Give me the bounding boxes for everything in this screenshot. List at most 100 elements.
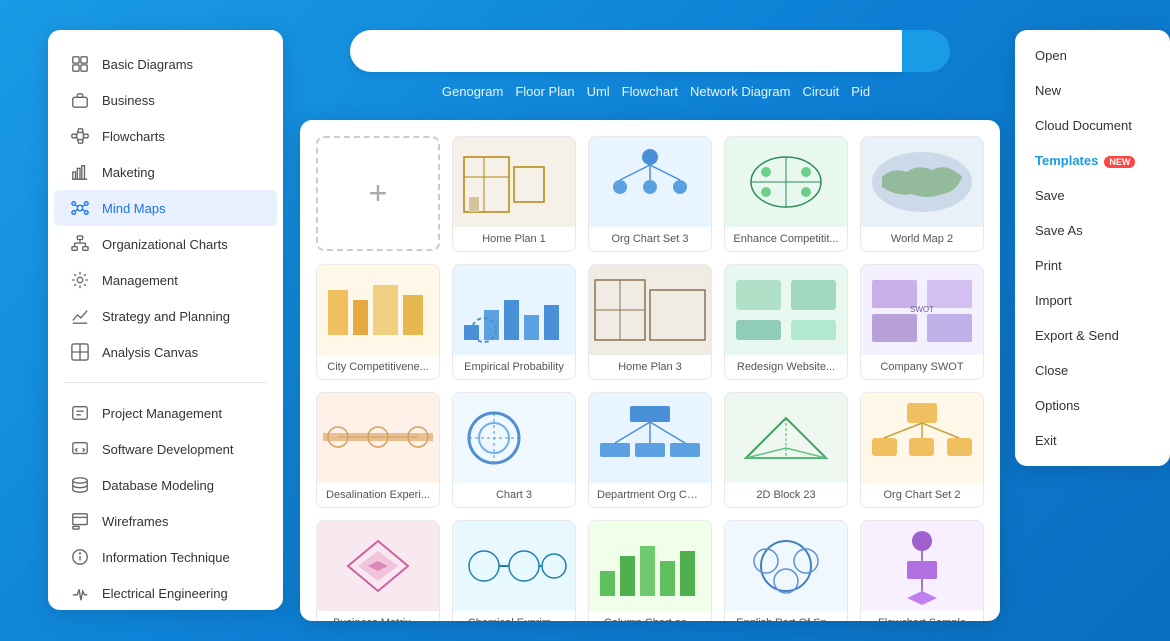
trending-tag-uml[interactable]: Uml [587, 84, 610, 99]
sidebar-label-wireframes: Wireframes [102, 514, 168, 529]
template-card-world-map-2[interactable]: World Map 2 [860, 136, 984, 252]
template-label-biz-matrix: Business Matrix ... [317, 611, 439, 621]
template-card-biz-matrix[interactable]: Business Matrix ... [316, 520, 440, 621]
right-panel-close[interactable]: Close [1015, 353, 1170, 388]
template-thumb-city-competitive [317, 265, 439, 355]
settings-icon [70, 270, 90, 290]
sidebar-item-wireframes[interactable]: Wireframes [54, 503, 277, 539]
template-card-chart-3[interactable]: Chart 3 [452, 392, 576, 508]
sidebar-label-info-tech: Information Technique [102, 550, 230, 565]
sidebar-label-business: Business [102, 93, 155, 108]
sidebar-divider [64, 382, 267, 383]
sidebar-label-mind-maps: Mind Maps [102, 201, 166, 216]
sidebar-item-info-tech[interactable]: Information Technique [54, 539, 277, 575]
trending-tag-flowchart[interactable]: Flowchart [622, 84, 678, 99]
template-card-dept-org-chart[interactable]: Department Org Chart [588, 392, 712, 508]
add-new-card[interactable]: + [316, 136, 440, 251]
template-card-chemical-exp[interactable]: Chemical Exprim... [452, 520, 576, 621]
sidebar-item-basic-diagrams[interactable]: Basic Diagrams [54, 46, 277, 82]
project-icon [70, 403, 90, 423]
electrical-icon [70, 583, 90, 603]
template-thumb-home-plan-1 [453, 137, 575, 227]
sidebar-label-management: Management [102, 273, 178, 288]
sidebar-label-maketing: Maketing [102, 165, 155, 180]
template-card-home-plan-1[interactable]: Home Plan 1 [452, 136, 576, 252]
right-panel-options[interactable]: Options [1015, 388, 1170, 423]
template-card-english-part[interactable]: English Part Of Sp... [724, 520, 848, 621]
sidebar-item-software-dev[interactable]: Software Development [54, 431, 277, 467]
template-label-english-part: English Part Of Sp... [725, 611, 847, 621]
sidebar-item-flowcharts[interactable]: Flowcharts [54, 118, 277, 154]
template-label-column-chart: Column Chart an... [589, 611, 711, 621]
sidebar-item-project-mgmt[interactable]: Project Management [54, 395, 277, 431]
search-input[interactable] [350, 30, 902, 72]
sidebar-label-project-mgmt: Project Management [102, 406, 222, 421]
templates-area[interactable]: + Home Plan 1 Org Chart Set 3 Enhance Compe… [300, 120, 1000, 621]
right-panel-new[interactable]: New [1015, 73, 1170, 108]
template-thumb-english-part [725, 521, 847, 611]
template-card-redesign-website[interactable]: Redesign Website... [724, 264, 848, 380]
sidebar-item-strategy[interactable]: Strategy and Planning [54, 298, 277, 334]
sidebar-item-business[interactable]: Business [54, 82, 277, 118]
org-icon [70, 234, 90, 254]
right-panel-export-send[interactable]: Export & Send [1015, 318, 1170, 353]
right-panel-open[interactable]: Open [1015, 38, 1170, 73]
sidebar-item-management[interactable]: Management [54, 262, 277, 298]
sidebar-label-electrical: Electrical Engineering [102, 586, 228, 601]
template-card-home-plan-3[interactable]: Home Plan 3 [588, 264, 712, 380]
sidebar-item-org-charts[interactable]: Organizational Charts [54, 226, 277, 262]
right-panel-print[interactable]: Print [1015, 248, 1170, 283]
left-sidebar: Basic Diagrams Business Flowcharts Maket… [48, 30, 283, 610]
template-label-2d-block-23: 2D Block 23 [725, 483, 847, 507]
trending-tag-pid[interactable]: Pid [851, 84, 870, 99]
template-card-company-swot[interactable]: SWOTCompany SWOT [860, 264, 984, 380]
template-card-org-chart-set-3[interactable]: Org Chart Set 3 [588, 136, 712, 252]
trending-tag-floor-plan[interactable]: Floor Plan [515, 84, 574, 99]
trending-tag-network-diagram[interactable]: Network Diagram [690, 84, 790, 99]
strategy-icon [70, 306, 90, 326]
right-panel-cloud-doc[interactable]: Cloud Document [1015, 108, 1170, 143]
template-thumb-enhance-competit [725, 137, 847, 227]
template-card-city-competitive[interactable]: City Competitivene... [316, 264, 440, 380]
svg-text:SWOT: SWOT [910, 305, 934, 314]
template-card-column-chart[interactable]: Column Chart an... [588, 520, 712, 621]
wireframe-icon [70, 511, 90, 531]
briefcase-icon [70, 90, 90, 110]
template-card-desalination[interactable]: Desalination Experi... [316, 392, 440, 508]
templates-grid: + Home Plan 1 Org Chart Set 3 Enhance Compe… [316, 136, 984, 621]
template-label-world-map-2: World Map 2 [861, 227, 983, 251]
right-panel-save-as[interactable]: Save As [1015, 213, 1170, 248]
template-card-enhance-competit[interactable]: Enhance Competitit... [724, 136, 848, 252]
template-thumb-dept-org-chart [589, 393, 711, 483]
sidebar-item-electrical[interactable]: Electrical Engineering [54, 575, 277, 610]
template-card-empirical[interactable]: Empirical Probability [452, 264, 576, 380]
sidebar-item-database[interactable]: Database Modeling [54, 467, 277, 503]
template-label-home-plan-1: Home Plan 1 [453, 227, 575, 251]
trending-tag-circuit[interactable]: Circuit [802, 84, 839, 99]
template-card-org-chart-set-2[interactable]: Org Chart Set 2 [860, 392, 984, 508]
template-thumb-empirical [453, 265, 575, 355]
database-icon [70, 475, 90, 495]
template-label-empirical: Empirical Probability [453, 355, 575, 379]
search-button[interactable] [902, 30, 950, 72]
sidebar-label-software-dev: Software Development [102, 442, 234, 457]
info-icon [70, 547, 90, 567]
template-card-flowchart-sample[interactable]: Flowchart Sample [860, 520, 984, 621]
bar-chart-icon [70, 162, 90, 182]
right-panel-exit[interactable]: Exit [1015, 423, 1170, 458]
template-label-org-chart-set-3: Org Chart Set 3 [589, 227, 711, 251]
search-bar-row [350, 30, 950, 72]
right-panel-save[interactable]: Save [1015, 178, 1170, 213]
template-thumb-chart-3 [453, 393, 575, 483]
trending-tag-genogram[interactable]: Genogram [442, 84, 503, 99]
sidebar-item-mind-maps[interactable]: Mind Maps [54, 190, 277, 226]
template-label-redesign-website: Redesign Website... [725, 355, 847, 379]
sidebar-item-maketing[interactable]: Maketing [54, 154, 277, 190]
template-thumb-org-chart-set-2 [861, 393, 983, 483]
right-panel-import[interactable]: Import [1015, 283, 1170, 318]
right-panel-templates[interactable]: TemplatesNEW [1015, 143, 1170, 178]
template-label-flowchart-sample: Flowchart Sample [861, 611, 983, 621]
template-thumb-world-map-2 [861, 137, 983, 227]
template-card-2d-block-23[interactable]: 2D Block 23 [724, 392, 848, 508]
sidebar-item-analysis[interactable]: Analysis Canvas [54, 334, 277, 370]
